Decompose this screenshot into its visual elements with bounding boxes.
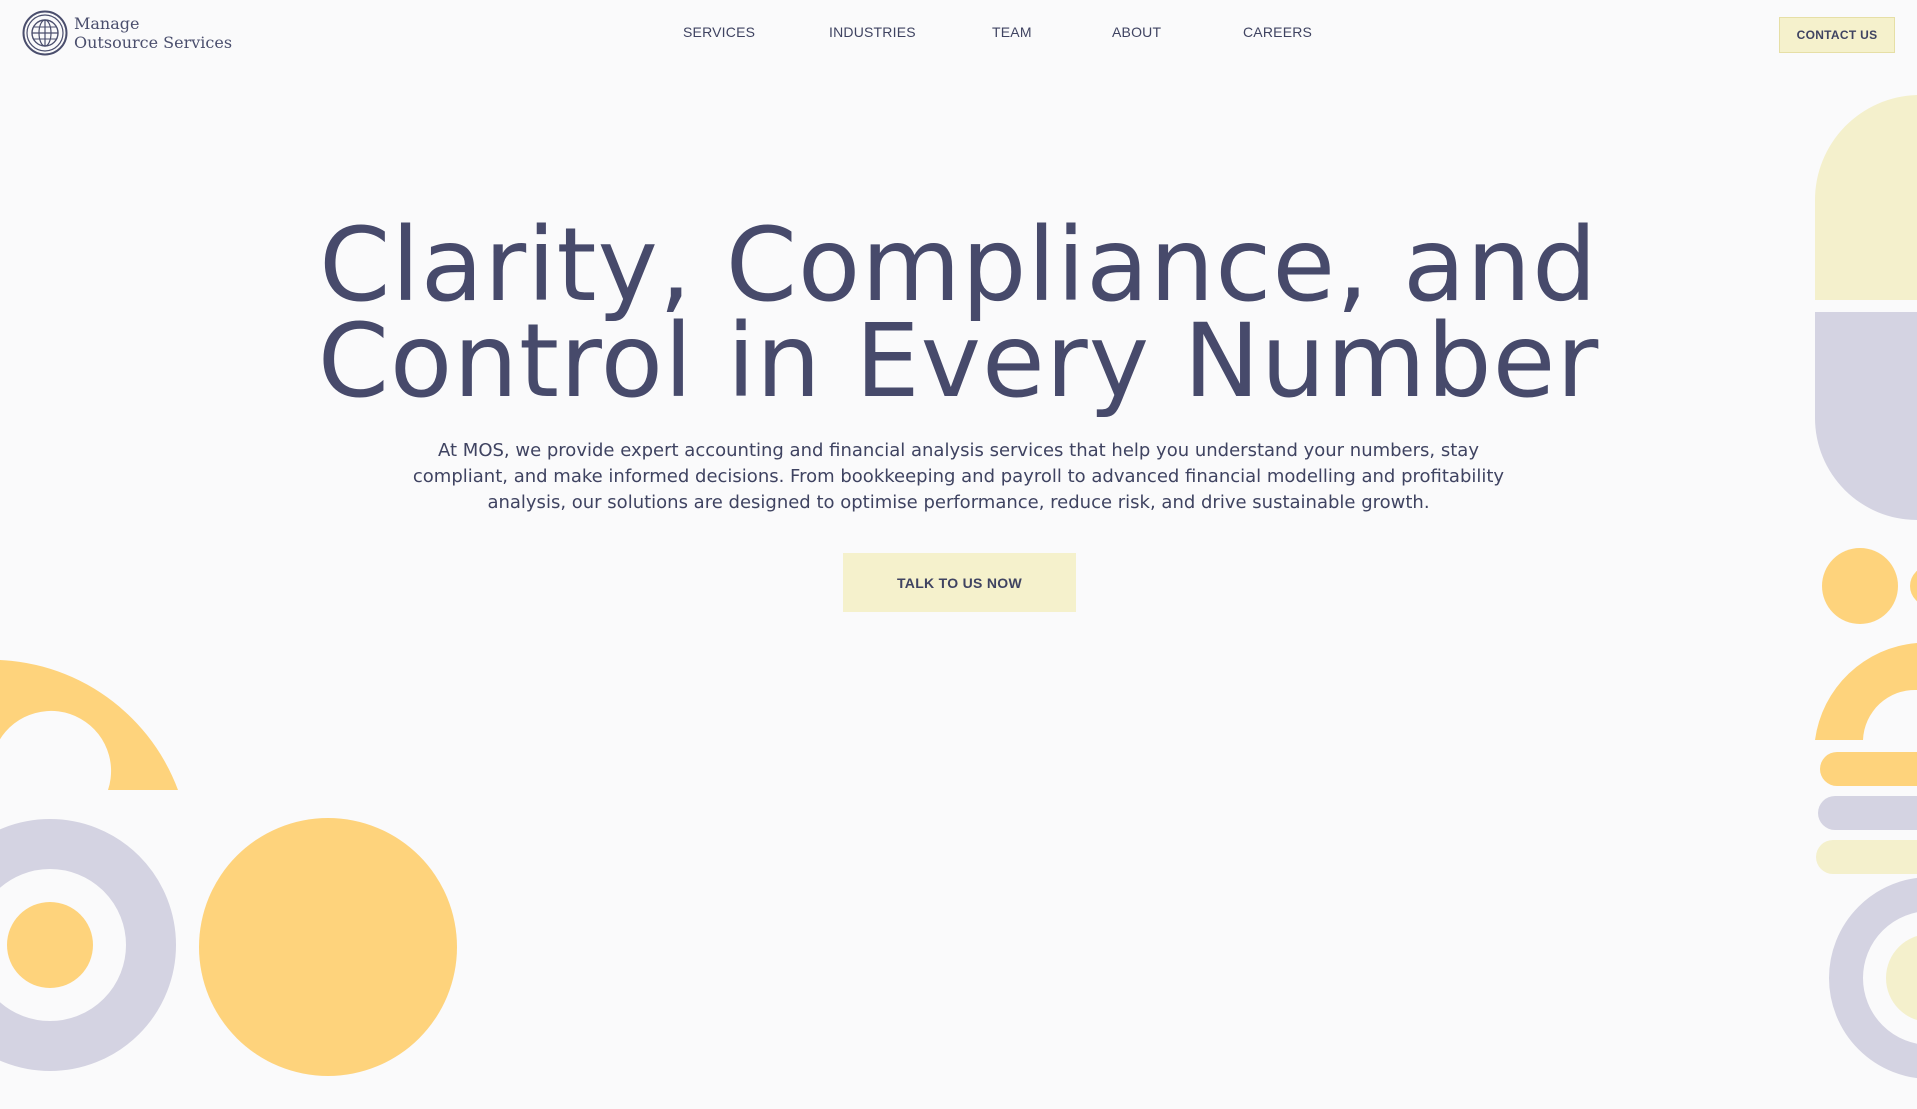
right-yellow-bar	[1820, 752, 1917, 786]
right-yellow-circle	[1822, 548, 1898, 624]
hero-title: Clarity, Compliance, and Control in Ever…	[0, 206, 1917, 421]
main-nav: SERVICES INDUSTRIES TEAM ABOUT CAREERS	[0, 24, 1917, 46]
hero-title-line1: Clarity, Compliance, and	[319, 206, 1598, 325]
right-yellow-arch	[1815, 643, 1917, 740]
hero-description: At MOS, we provide expert accounting and…	[412, 440, 1505, 513]
right-lavender-ring	[1829, 877, 1917, 1079]
right-pale-yellow-circle	[1886, 935, 1917, 1021]
right-lavender-bar	[1818, 796, 1917, 830]
nav-item-services[interactable]: SERVICES	[683, 24, 755, 40]
left-lavender-ring	[0, 819, 176, 1071]
contact-us-button[interactable]: CONTACT US	[1779, 17, 1895, 53]
nav-item-industries[interactable]: INDUSTRIES	[829, 24, 916, 40]
right-yellow-circle-partial	[1910, 570, 1917, 602]
left-yellow-arch	[0, 660, 178, 790]
nav-item-careers[interactable]: CAREERS	[1243, 24, 1312, 40]
nav-item-team[interactable]: TEAM	[992, 24, 1032, 40]
right-pale-yellow-bar	[1816, 840, 1917, 874]
left-large-yellow-circle	[199, 818, 457, 1076]
left-small-yellow-circle	[7, 902, 93, 988]
page: Manage Outsource Services SERVICES INDUS…	[0, 0, 1917, 1109]
talk-to-us-button[interactable]: TALK TO US NOW	[843, 553, 1076, 612]
site-header: Manage Outsource Services SERVICES INDUS…	[0, 0, 1917, 72]
nav-item-about[interactable]: ABOUT	[1112, 24, 1161, 40]
hero-title-line2: Control in Every Number	[317, 302, 1600, 421]
